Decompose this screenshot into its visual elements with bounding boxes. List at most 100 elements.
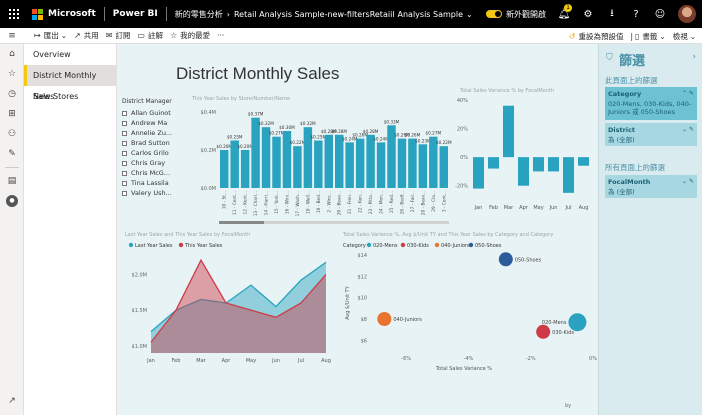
y-tick-label: 0%	[460, 155, 468, 161]
x-tick-label: 12 - Kent...	[243, 191, 249, 215]
checkbox[interactable]	[122, 180, 127, 186]
view-button[interactable]: 檢視 ⌄	[673, 31, 696, 42]
x-axis-label: Total Sales Variance %	[435, 366, 492, 371]
slicer-item[interactable]: Andrew Ma	[122, 118, 182, 128]
collapse-pane-icon[interactable]: ›	[692, 52, 696, 62]
subscribe-button[interactable]: ✉ 訂閱	[106, 30, 131, 41]
bar	[345, 142, 354, 188]
point-label: 050-Shoes	[515, 257, 542, 263]
data-label: $0.32M	[300, 121, 316, 126]
download-icon[interactable]: ⭳	[600, 0, 624, 28]
data-label: $0.26M	[405, 133, 421, 138]
slicer-item[interactable]: Valery Ush...	[122, 188, 182, 198]
filter-card-actions-icon[interactable]: ⌃ ✎	[682, 90, 694, 97]
scatter-point	[536, 324, 551, 339]
y-tick-label: $0.2M	[201, 148, 216, 154]
workspace-icon[interactable]: ●	[0, 191, 24, 211]
slicer-item-label: Annelie Zu...	[131, 129, 173, 137]
breadcrumb-report[interactable]: Retail Analysis Sample-new-filtersRetaii…	[234, 10, 395, 19]
y-tick-label: $2.0M	[132, 272, 147, 278]
x-tick-label: 22 - Ken...	[358, 191, 364, 213]
category-scatter-chart[interactable]: Category 020-Mens 030-Kids 040-Juniors 050-S…	[339, 241, 597, 371]
y-tick-label: $10	[357, 296, 367, 302]
bar	[335, 134, 344, 188]
x-tick-label: 21 - Fren...	[347, 191, 353, 214]
data-label: $0.20M	[216, 144, 232, 149]
filter-card-category[interactable]: Category 020-Mens, 030-Kids, 040-Juniors…	[605, 87, 697, 120]
hamburger-icon[interactable]: ≡	[0, 28, 24, 44]
learn-icon[interactable]: ✎	[0, 144, 24, 164]
checkbox[interactable]	[122, 170, 127, 176]
slicer-item[interactable]: Chris McG...	[122, 168, 182, 178]
new-look-toggle[interactable]	[486, 10, 502, 18]
help-icon[interactable]: ?	[624, 0, 648, 28]
legend-label: This Year Sales	[184, 243, 223, 249]
favorite-button[interactable]: ☆ 我的最愛	[170, 30, 210, 41]
page-tab[interactable]: Overview	[24, 44, 116, 65]
filter-card-actions-icon[interactable]: ⌄ ✎	[682, 178, 694, 185]
ly-ty-sales-area-chart[interactable]: Last Year Sales This Year Sales $2.0M $1.5M…	[121, 241, 336, 371]
filter-card-focalmonth[interactable]: FocalMonth 為 (全部) ⌄ ✎	[605, 175, 697, 198]
workspaces-icon[interactable]: ▤	[0, 171, 24, 191]
report-canvas: District Monthly Sales District Manager …	[117, 44, 598, 415]
checkbox[interactable]	[122, 160, 127, 166]
checkbox[interactable]	[122, 190, 127, 196]
page-tab[interactable]: District Monthly Sales	[24, 65, 116, 101]
x-tick-label: 15 - York...	[274, 191, 280, 214]
slicer-item[interactable]: Carlos Grilo	[122, 148, 182, 158]
scrollbar-thumb	[219, 221, 264, 224]
comment-button[interactable]: ▭ 註解	[137, 30, 163, 41]
bar	[220, 150, 229, 188]
smiley-icon[interactable]: ☺	[648, 0, 672, 28]
slicer-item[interactable]: Tina Lassila	[122, 178, 182, 188]
app-name[interactable]: Power BI	[113, 9, 158, 19]
slicer-item-label: Tina Lassila	[131, 179, 169, 187]
checkbox[interactable]	[122, 140, 127, 146]
favorites-icon[interactable]: ☆	[0, 64, 24, 84]
export-button[interactable]: ↦ 匯出 ⌄	[34, 30, 67, 41]
bookmarks-button[interactable]: ▯ 書籤 ⌄	[635, 31, 666, 42]
page-tab[interactable]: New Stores	[24, 86, 116, 107]
bar	[548, 157, 559, 172]
checkbox[interactable]	[122, 130, 127, 136]
x-tick-label: 27 - Fair...	[410, 191, 416, 212]
scatter-point	[377, 312, 392, 326]
bell-icon[interactable]: 🔔︎ 1	[552, 0, 576, 28]
export-icon: ↦	[34, 31, 41, 40]
store-sales-bar-chart[interactable]: $0.4M $0.2M $0.0M $0.20M 10 - St... $0.25M 11 …	[187, 102, 459, 224]
checkbox[interactable]	[122, 150, 127, 156]
apps-icon[interactable]: ⊞	[0, 104, 24, 124]
more-options-icon[interactable]: ···	[217, 31, 224, 40]
gear-icon[interactable]: ⚙	[576, 0, 600, 28]
home-icon[interactable]: ⌂	[0, 44, 24, 64]
avatar[interactable]	[678, 5, 696, 23]
breadcrumb-workspace[interactable]: 新的零售分析	[175, 9, 223, 20]
page-filters-heading: 此頁面上的篩選	[605, 76, 658, 85]
app-launcher-icon[interactable]	[0, 0, 28, 28]
share-button[interactable]: ↗ 共用	[74, 30, 99, 41]
slicer-item-label: Valery Ush...	[131, 189, 172, 197]
checkbox[interactable]	[122, 110, 127, 116]
x-tick-label: 18 - Well...	[305, 191, 311, 214]
x-tick-label: 13 - Charl...	[253, 191, 259, 216]
sales-variance-bar-chart[interactable]: 40% 20% 0% -20% Jan Feb Mar Apr May Jun Jul Aug	[455, 94, 595, 219]
expand-icon[interactable]: ↗	[0, 391, 24, 411]
bar	[439, 146, 448, 188]
bar	[240, 150, 250, 188]
slicer-item[interactable]: Allan Guinot	[122, 108, 182, 118]
filter-pane-title: 篩選	[619, 54, 646, 69]
filter-card-district[interactable]: District 為 (全部) ⌄ ✎	[605, 123, 697, 146]
bar	[261, 127, 271, 188]
slicer-title: District Manager	[122, 98, 172, 105]
checkbox[interactable]	[122, 120, 127, 126]
slicer-item[interactable]: Annelie Zu...	[122, 128, 182, 138]
slicer-item[interactable]: Chris Gray	[122, 158, 182, 168]
shared-icon[interactable]: ⚇	[0, 124, 24, 144]
breadcrumb-report-menu[interactable]: Analysis Sample	[398, 10, 464, 19]
reset-button[interactable]: ↺ 重設為預設值	[569, 31, 624, 42]
y-axis-label: Avg $/Unit TY	[345, 285, 351, 320]
chevron-down-icon[interactable]: ⌄	[466, 10, 473, 19]
slicer-item[interactable]: Brad Sutton	[122, 138, 182, 148]
recent-icon[interactable]: ◷	[0, 84, 24, 104]
filter-card-actions-icon[interactable]: ⌄ ✎	[682, 126, 694, 133]
